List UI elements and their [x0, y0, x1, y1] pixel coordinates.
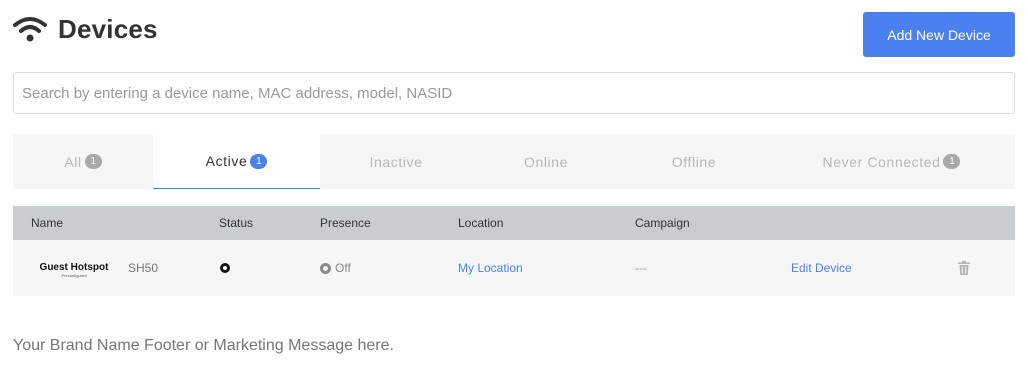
table-row: Guest Hotspot Preconfigured SH50 Off My …: [13, 240, 1015, 296]
campaign-value: ---: [635, 261, 647, 275]
device-search-input[interactable]: [13, 72, 1015, 114]
tab-count-badge: 1: [943, 154, 961, 169]
tab-label: Inactive: [369, 153, 423, 170]
devices-table: Name Status Presence Location Campaign G…: [13, 206, 1015, 296]
device-model: SH50: [128, 261, 159, 275]
tab-label: Offline: [671, 153, 717, 170]
presence-label: Off: [335, 261, 351, 275]
tab-all[interactable]: All 1: [13, 134, 153, 189]
tab-active[interactable]: Active 1: [153, 134, 320, 189]
column-header-campaign: Campaign: [635, 216, 690, 230]
status-active-icon: [220, 263, 230, 273]
device-logo-title: Guest Hotspot: [39, 262, 109, 273]
device-filter-tabs: All 1 Active 1 Inactive Online Offline N…: [13, 134, 1015, 189]
tab-label: All: [64, 153, 82, 170]
device-logo-subtitle: Preconfigured: [61, 273, 87, 278]
tab-offline[interactable]: Offline: [620, 134, 768, 189]
tab-online[interactable]: Online: [472, 134, 620, 189]
location-link[interactable]: My Location: [458, 261, 523, 275]
column-header-presence: Presence: [320, 216, 371, 230]
page-header: Devices Add New Device: [13, 12, 1015, 57]
column-header-location: Location: [458, 216, 504, 230]
column-header-status: Status: [219, 216, 254, 230]
table-header: Name Status Presence Location Campaign: [13, 206, 1015, 240]
tab-label: Active: [205, 153, 248, 169]
tab-count-badge: 1: [84, 154, 102, 169]
wifi-icon: [13, 17, 47, 42]
tab-label: Never Connected: [822, 153, 941, 170]
edit-device-link[interactable]: Edit Device: [791, 261, 852, 275]
add-new-device-button[interactable]: Add New Device: [863, 12, 1015, 57]
tab-count-badge: 1: [250, 153, 268, 169]
presence-cell: Off: [320, 261, 351, 275]
trash-icon[interactable]: [958, 261, 970, 275]
footer-message: Your Brand Name Footer or Marketing Mess…: [13, 337, 394, 354]
column-header-name: Name: [31, 216, 64, 230]
tab-inactive[interactable]: Inactive: [320, 134, 472, 189]
tab-never-connected[interactable]: Never Connected 1: [768, 134, 1015, 189]
tab-label: Online: [523, 153, 569, 170]
device-logo: Guest Hotspot Preconfigured: [36, 262, 112, 278]
presence-off-icon: [320, 262, 331, 274]
page-title: Devices: [58, 14, 158, 44]
